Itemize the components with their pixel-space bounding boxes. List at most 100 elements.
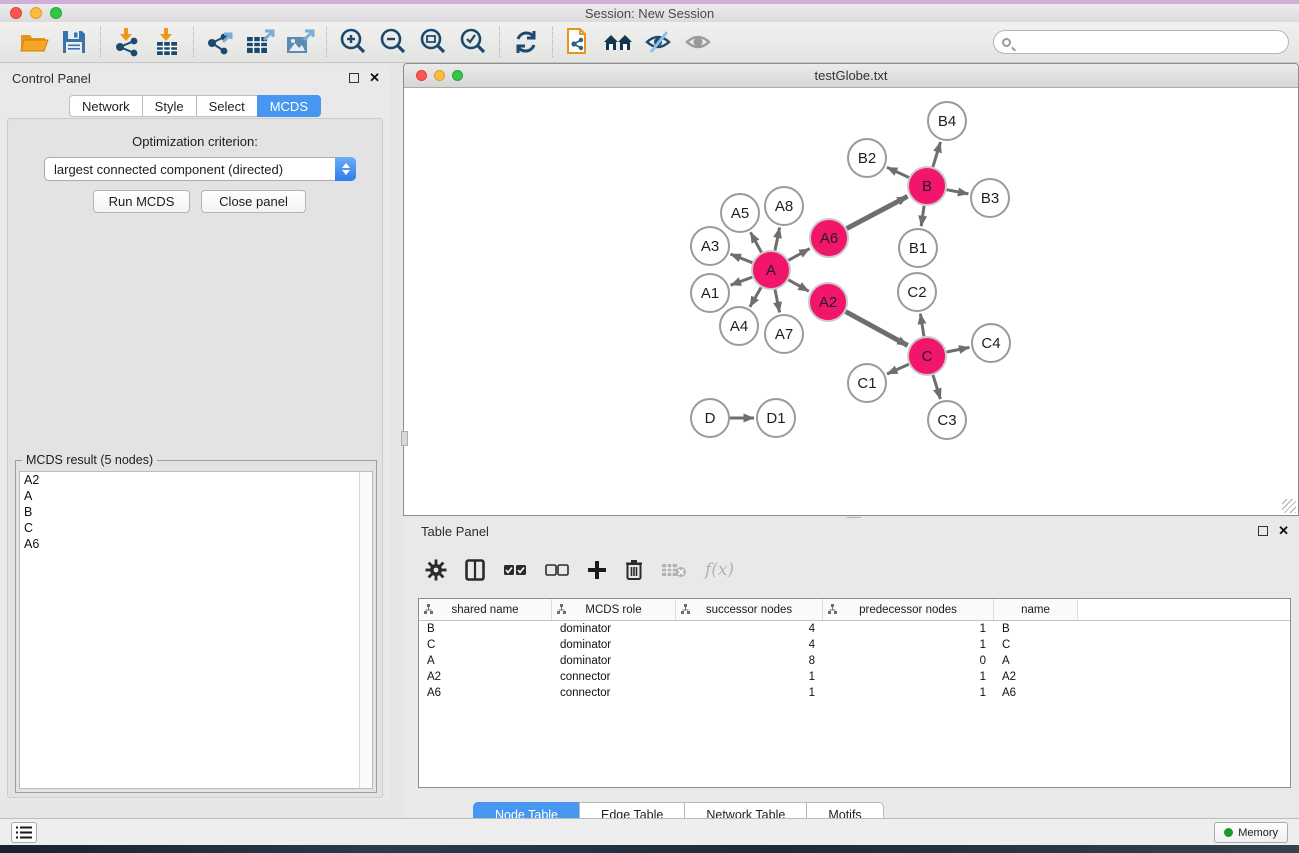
import-network-button[interactable] <box>107 25 147 59</box>
cell-predecessor_nodes[interactable]: 1 <box>823 687 994 699</box>
graph-edge-A-A3[interactable] <box>731 254 753 263</box>
close-panel-button[interactable]: Close panel <box>201 190 306 213</box>
column-header-mcds_role[interactable]: MCDS role <box>552 599 676 620</box>
mcds-result-item[interactable]: A6 <box>20 536 372 552</box>
table-row[interactable]: Cdominator41C <box>419 637 1290 653</box>
table-row[interactable]: A6connector11A6 <box>419 685 1290 701</box>
delete-table-button[interactable] <box>661 556 687 584</box>
cell-name[interactable]: A <box>994 655 1078 667</box>
zoom-out-button[interactable] <box>373 25 413 59</box>
table-row[interactable]: Adominator80A <box>419 653 1290 669</box>
graph-node-B2[interactable]: B2 <box>848 139 886 177</box>
cell-predecessor_nodes[interactable]: 1 <box>823 623 994 635</box>
mcds-result-item[interactable]: A2 <box>20 472 372 488</box>
graph-edge-A-A8[interactable] <box>775 228 780 251</box>
network-canvas[interactable]: B4B2BB3A8A5A6B1A3AA1C2A2A4A7C4CC1C3DD1 <box>405 89 1297 515</box>
select-all-columns-button[interactable] <box>503 556 527 584</box>
graph-edge-C-C3[interactable] <box>933 375 940 399</box>
cell-shared_name[interactable]: A2 <box>419 671 552 683</box>
graph-edge-A-A6[interactable] <box>789 249 810 261</box>
graph-edge-A-A7[interactable] <box>775 290 780 313</box>
graph-node-A8[interactable]: A8 <box>765 187 803 225</box>
cell-name[interactable]: A2 <box>994 671 1078 683</box>
table-options-button[interactable] <box>425 556 447 584</box>
graph-edge-C-C2[interactable] <box>920 314 924 337</box>
mcds-result-item[interactable]: A <box>20 488 372 504</box>
graph-node-A1[interactable]: A1 <box>691 274 729 312</box>
column-visibility-button[interactable] <box>465 556 485 584</box>
graph-node-A5[interactable]: A5 <box>721 194 759 232</box>
graph-node-B3[interactable]: B3 <box>971 179 1009 217</box>
column-header-name[interactable]: name <box>994 599 1078 620</box>
cell-mcds_role[interactable]: connector <box>552 671 676 683</box>
run-mcds-button[interactable]: Run MCDS <box>93 190 190 213</box>
graph-edge-A6-B[interactable] <box>847 196 908 228</box>
network-window-titlebar[interactable]: testGlobe.txt <box>404 64 1298 88</box>
graph-edge-B-B1[interactable] <box>921 206 924 226</box>
clone-network-button[interactable] <box>559 25 599 59</box>
first-neighbors-button[interactable] <box>599 25 639 59</box>
graph-edge-A-A4[interactable] <box>750 287 761 307</box>
zoom-in-button[interactable] <box>333 25 373 59</box>
save-session-button[interactable] <box>54 25 94 59</box>
cell-predecessor_nodes[interactable]: 0 <box>823 655 994 667</box>
split-divider-handle-vertical[interactable] <box>401 431 408 446</box>
open-file-button[interactable] <box>14 25 54 59</box>
graph-node-A2[interactable]: A2 <box>809 283 847 321</box>
delete-columns-button[interactable] <box>625 556 643 584</box>
export-network-button[interactable] <box>200 25 240 59</box>
task-history-button[interactable] <box>11 822 37 843</box>
cell-name[interactable]: C <box>994 639 1078 651</box>
column-header-shared_name[interactable]: shared name <box>419 599 552 620</box>
deselect-all-columns-button[interactable] <box>545 556 569 584</box>
graph-node-C4[interactable]: C4 <box>972 324 1010 362</box>
search-field[interactable] <box>993 30 1289 54</box>
graph-edge-A-A5[interactable] <box>751 232 762 252</box>
cell-shared_name[interactable]: A6 <box>419 687 552 699</box>
table-row[interactable]: Bdominator41B <box>419 621 1290 637</box>
graph-node-B1[interactable]: B1 <box>899 229 937 267</box>
cell-mcds_role[interactable]: dominator <box>552 639 676 651</box>
create-column-button[interactable] <box>587 556 607 584</box>
graph-node-A6[interactable]: A6 <box>810 219 848 257</box>
graph-node-C3[interactable]: C3 <box>928 401 966 439</box>
zoom-selected-button[interactable] <box>453 25 493 59</box>
cell-shared_name[interactable]: C <box>419 639 552 651</box>
cell-mcds_role[interactable]: dominator <box>552 623 676 635</box>
refresh-button[interactable] <box>506 25 546 59</box>
cell-predecessor_nodes[interactable]: 1 <box>823 639 994 651</box>
cell-shared_name[interactable]: A <box>419 655 552 667</box>
graph-node-B[interactable]: B <box>908 167 946 205</box>
graph-edge-A-A1[interactable] <box>731 277 753 285</box>
graph-node-C2[interactable]: C2 <box>898 273 936 311</box>
graph-node-D[interactable]: D <box>691 399 729 437</box>
show-details-button[interactable] <box>679 25 719 59</box>
graph-edge-A-A2[interactable] <box>788 280 808 291</box>
function-builder-button[interactable]: f(x) <box>705 556 734 584</box>
optimization-criterion-select[interactable]: largest connected component (directed) <box>44 157 356 181</box>
graph-node-C[interactable]: C <box>908 337 946 375</box>
graph-edge-C-C4[interactable] <box>947 347 970 352</box>
export-table-button[interactable] <box>240 25 280 59</box>
cell-mcds_role[interactable]: dominator <box>552 655 676 667</box>
close-table-panel-icon[interactable]: ✕ <box>1278 526 1289 536</box>
column-header-successor_nodes[interactable]: successor nodes <box>676 599 823 620</box>
tab-select[interactable]: Select <box>196 95 257 117</box>
cell-successor_nodes[interactable]: 4 <box>676 639 823 651</box>
graph-edge-B-B2[interactable] <box>887 167 909 177</box>
export-image-button[interactable] <box>280 25 320 59</box>
cell-name[interactable]: A6 <box>994 687 1078 699</box>
tab-mcds[interactable]: MCDS <box>257 95 321 117</box>
graph-edge-A2-C[interactable] <box>846 312 908 346</box>
mcds-result-item[interactable]: C <box>20 520 372 536</box>
graph-node-B4[interactable]: B4 <box>928 102 966 140</box>
graph-edge-C-C1[interactable] <box>887 364 909 374</box>
search-input[interactable] <box>1017 32 1288 52</box>
float-table-panel-icon[interactable] <box>1258 526 1268 536</box>
zoom-fit-button[interactable] <box>413 25 453 59</box>
cell-successor_nodes[interactable]: 8 <box>676 655 823 667</box>
mcds-result-list[interactable]: A2ABCA6 <box>19 471 373 789</box>
graph-edge-B-B3[interactable] <box>947 190 969 194</box>
hide-details-button[interactable] <box>639 25 679 59</box>
cell-mcds_role[interactable]: connector <box>552 687 676 699</box>
